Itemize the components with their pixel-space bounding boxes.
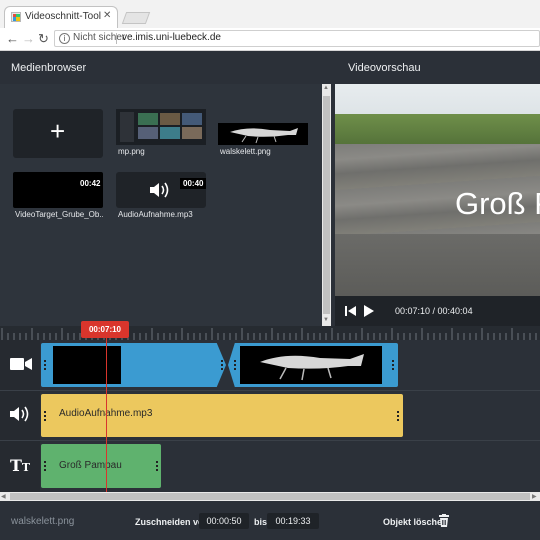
speaker-icon bbox=[150, 182, 169, 198]
crop-start-field[interactable]: 00:00:50 bbox=[199, 513, 249, 529]
video-clip-thumbnail bbox=[53, 346, 121, 384]
url-text: ve.imis.uni-luebeck.de bbox=[122, 32, 221, 43]
scroll-up-icon[interactable]: ▲ bbox=[323, 85, 329, 91]
media-item[interactable]: 00:40 AudioAufnahme.mp3 bbox=[116, 172, 207, 222]
forward-icon[interactable]: → bbox=[22, 31, 35, 46]
video-clip[interactable] bbox=[41, 343, 226, 387]
audio-clip[interactable]: AudioAufnahme.mp3 bbox=[41, 394, 403, 437]
clip-handle-left[interactable] bbox=[44, 360, 46, 370]
media-item[interactable]: walskelett.png bbox=[218, 109, 308, 159]
timeline-scrollbar[interactable]: ◀ ▶ bbox=[0, 492, 540, 501]
delete-object-label[interactable]: Objekt löschen bbox=[383, 517, 448, 527]
screenshot-thumbnail bbox=[116, 109, 206, 145]
footer-bar: walskelett.png Zuschneiden von 00:00:50 … bbox=[0, 501, 540, 540]
browser-tab[interactable]: Videoschnitt-Tool ✕ bbox=[4, 6, 118, 28]
tab-title: Videoschnitt-Tool bbox=[25, 11, 101, 22]
new-tab-button[interactable] bbox=[121, 12, 151, 24]
playhead-time[interactable]: 00:07:10 bbox=[81, 321, 129, 338]
crop-to-label: bis bbox=[254, 517, 268, 527]
scroll-right-icon[interactable]: ▶ bbox=[532, 493, 537, 500]
clip-handle-right[interactable] bbox=[392, 360, 394, 370]
track-header-column: TT bbox=[0, 340, 40, 492]
info-icon[interactable]: i bbox=[59, 33, 70, 44]
text-clip[interactable]: Groß Pampau bbox=[41, 444, 161, 488]
browser-tab-bar: Videoschnitt-Tool ✕ bbox=[0, 0, 540, 29]
duration-badge: 00:42 bbox=[77, 178, 104, 189]
video-preview-title: Videovorschau bbox=[348, 62, 421, 74]
favicon-icon bbox=[11, 12, 21, 22]
reload-icon[interactable]: ↻ bbox=[38, 31, 49, 47]
scrollbar-thumb[interactable] bbox=[323, 96, 330, 314]
back-icon[interactable]: ← bbox=[6, 31, 19, 46]
duration-badge: 00:40 bbox=[180, 178, 207, 189]
media-item-label: mp.png bbox=[118, 147, 145, 156]
tab-close-icon[interactable]: ✕ bbox=[103, 10, 111, 21]
address-bar: ← → ↻ i Nicht sicher ve.imis.uni-luebeck… bbox=[0, 28, 540, 51]
url-field[interactable]: i Nicht sicher ve.imis.uni-luebeck.de bbox=[54, 30, 540, 47]
scrollbar-thumb[interactable] bbox=[10, 493, 530, 500]
playback-time: 00:07:10 / 00:40:04 bbox=[395, 306, 473, 316]
media-item-label: AudioAufnahme.mp3 bbox=[118, 210, 193, 219]
clip-handle-right[interactable] bbox=[221, 360, 223, 370]
playhead-line[interactable] bbox=[106, 336, 107, 492]
media-browser: + mp.png walskelett.png 00:42 VideoTarge… bbox=[0, 84, 322, 326]
video-camera-icon bbox=[10, 358, 32, 370]
clip-handle-right[interactable] bbox=[156, 461, 158, 471]
whale-skeleton-thumbnail bbox=[218, 123, 308, 145]
media-item-label: walskelett.png bbox=[220, 147, 271, 156]
play-icon[interactable] bbox=[363, 304, 375, 318]
image-clip[interactable] bbox=[228, 343, 398, 387]
skip-back-icon[interactable] bbox=[345, 305, 357, 317]
selected-item-name: walskelett.png bbox=[11, 516, 75, 527]
clip-handle-left[interactable] bbox=[44, 461, 46, 471]
clip-handle-right[interactable] bbox=[397, 410, 399, 421]
player-controls: 00:07:10 / 00:40:04 bbox=[335, 296, 540, 326]
security-label: Nicht sicher bbox=[73, 32, 126, 43]
media-item-label: VideoTarget_Grube_Ob... bbox=[15, 210, 103, 219]
media-item[interactable]: 00:42 VideoTarget_Grube_Ob... bbox=[13, 172, 104, 222]
text-clip-label: Groß Pampau bbox=[59, 460, 122, 471]
add-media-button[interactable]: + bbox=[13, 109, 103, 158]
scroll-down-icon[interactable]: ▼ bbox=[323, 317, 329, 323]
video-preview[interactable]: Groß P bbox=[335, 84, 540, 296]
address-separator bbox=[116, 33, 117, 44]
speaker-icon bbox=[10, 406, 29, 422]
trash-icon[interactable] bbox=[439, 514, 449, 527]
crop-label: Zuschneiden von bbox=[135, 517, 210, 527]
plus-icon: + bbox=[50, 116, 66, 146]
preview-overlay-text: Groß P bbox=[455, 186, 540, 221]
clip-handle-left[interactable] bbox=[44, 410, 46, 421]
media-item[interactable]: mp.png bbox=[116, 109, 206, 159]
media-browser-title: Medienbrowser bbox=[11, 62, 87, 74]
scroll-left-icon[interactable]: ◀ bbox=[1, 493, 6, 500]
whale-skeleton-thumbnail bbox=[240, 346, 382, 384]
crop-end-field[interactable]: 00:19:33 bbox=[267, 513, 319, 529]
clip-handle-left[interactable] bbox=[234, 360, 236, 370]
text-track-icon: TT bbox=[10, 456, 31, 475]
media-scrollbar[interactable]: ▲ ▼ bbox=[322, 84, 331, 326]
